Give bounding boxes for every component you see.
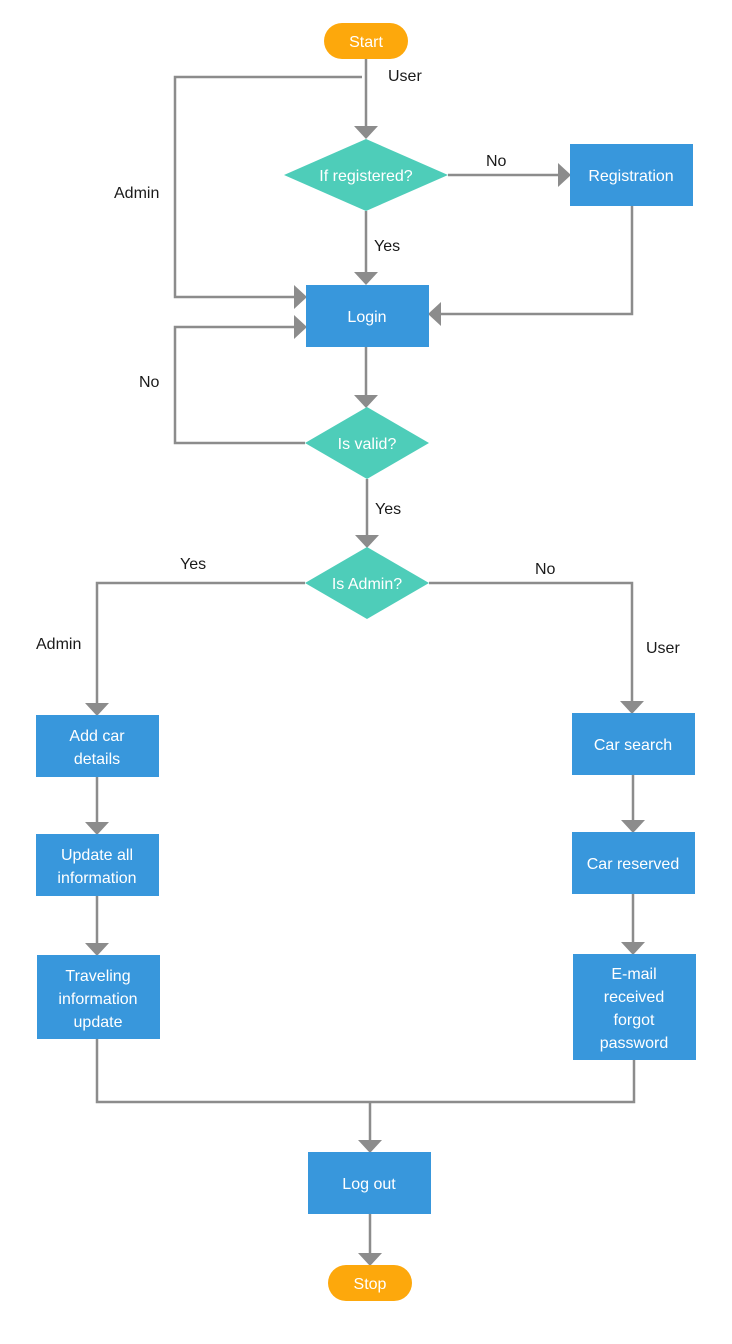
node-log-out[interactable]: Log out: [308, 1152, 431, 1214]
node-label: information: [58, 991, 137, 1008]
edge-label-user: User: [646, 640, 680, 657]
node-registration[interactable]: Registration: [570, 144, 693, 206]
node-label: Login: [347, 309, 386, 326]
node-label: Registration: [588, 168, 673, 185]
node-start[interactable]: Start: [324, 23, 408, 59]
edge-label-user: User: [388, 68, 422, 85]
edge-label-no: No: [535, 561, 556, 578]
arrowhead: [621, 820, 645, 833]
arrowhead: [558, 163, 571, 187]
arrowhead: [620, 701, 644, 714]
node-label: forgot: [614, 1012, 655, 1029]
node-is-valid[interactable]: Is valid?: [305, 407, 429, 479]
node-label: Stop: [354, 1276, 387, 1293]
edge-valid-no: [173, 325, 305, 445]
node-car-search[interactable]: Car search: [572, 713, 695, 775]
arrowhead: [358, 1140, 382, 1153]
arrowhead: [428, 302, 441, 326]
node-add-car-details[interactable]: Add car details: [36, 715, 159, 777]
node-update-all-information[interactable]: Update all information: [36, 834, 159, 896]
edge-label-admin: Admin: [114, 185, 159, 202]
node-car-reserved[interactable]: Car reserved: [572, 832, 695, 894]
node-label: Traveling: [65, 968, 130, 985]
arrowhead: [354, 395, 378, 408]
connectors: [95, 59, 636, 1255]
node-label: Car search: [594, 737, 672, 754]
node-label: Update all: [61, 847, 133, 864]
node-email-received[interactable]: E-mail received forgot password: [573, 954, 696, 1060]
node-label: Log out: [342, 1176, 396, 1193]
edge-label-yes: Yes: [180, 556, 206, 573]
node-label: password: [600, 1035, 668, 1052]
edge-admin-yes: [95, 581, 305, 705]
node-login[interactable]: Login: [306, 285, 429, 347]
node-label: If registered?: [319, 168, 412, 185]
node-label: Is valid?: [338, 436, 397, 453]
arrowhead: [85, 703, 109, 716]
node-stop[interactable]: Stop: [328, 1265, 412, 1301]
edge-registration-to-login: [439, 206, 634, 316]
node-label: Is Admin?: [332, 576, 402, 593]
node-is-admin[interactable]: Is Admin?: [305, 547, 429, 619]
flowchart: marker path{transform:scale(1)} Start If…: [36, 23, 696, 1301]
arrowhead: [85, 822, 109, 835]
edge-admin-no: [429, 581, 634, 703]
node-label: E-mail: [611, 966, 656, 983]
arrowhead: [621, 942, 645, 955]
node-label: update: [74, 1014, 123, 1031]
arrowhead: [294, 285, 307, 309]
arrowhead: [354, 126, 378, 139]
edge-merge: [95, 1039, 636, 1104]
arrowhead: [358, 1253, 382, 1266]
arrowhead: [85, 943, 109, 956]
node-label: Car reserved: [587, 856, 679, 873]
arrowhead: [294, 315, 307, 339]
node-label: information: [57, 870, 136, 887]
edge-label-no: No: [139, 374, 160, 391]
node-if-registered[interactable]: If registered?: [284, 139, 448, 211]
edge-label-yes: Yes: [374, 238, 400, 255]
arrowhead: [354, 272, 378, 285]
node-traveling-information-update[interactable]: Traveling information update: [37, 955, 160, 1039]
node-label: received: [604, 989, 664, 1006]
edge-label-no: No: [486, 153, 507, 170]
node-label: details: [74, 751, 120, 768]
node-label: Add car: [69, 728, 125, 745]
node-label: Start: [349, 34, 383, 51]
edge-label-admin: Admin: [36, 636, 81, 653]
edge-label-yes: Yes: [375, 501, 401, 518]
arrowhead: [355, 535, 379, 548]
